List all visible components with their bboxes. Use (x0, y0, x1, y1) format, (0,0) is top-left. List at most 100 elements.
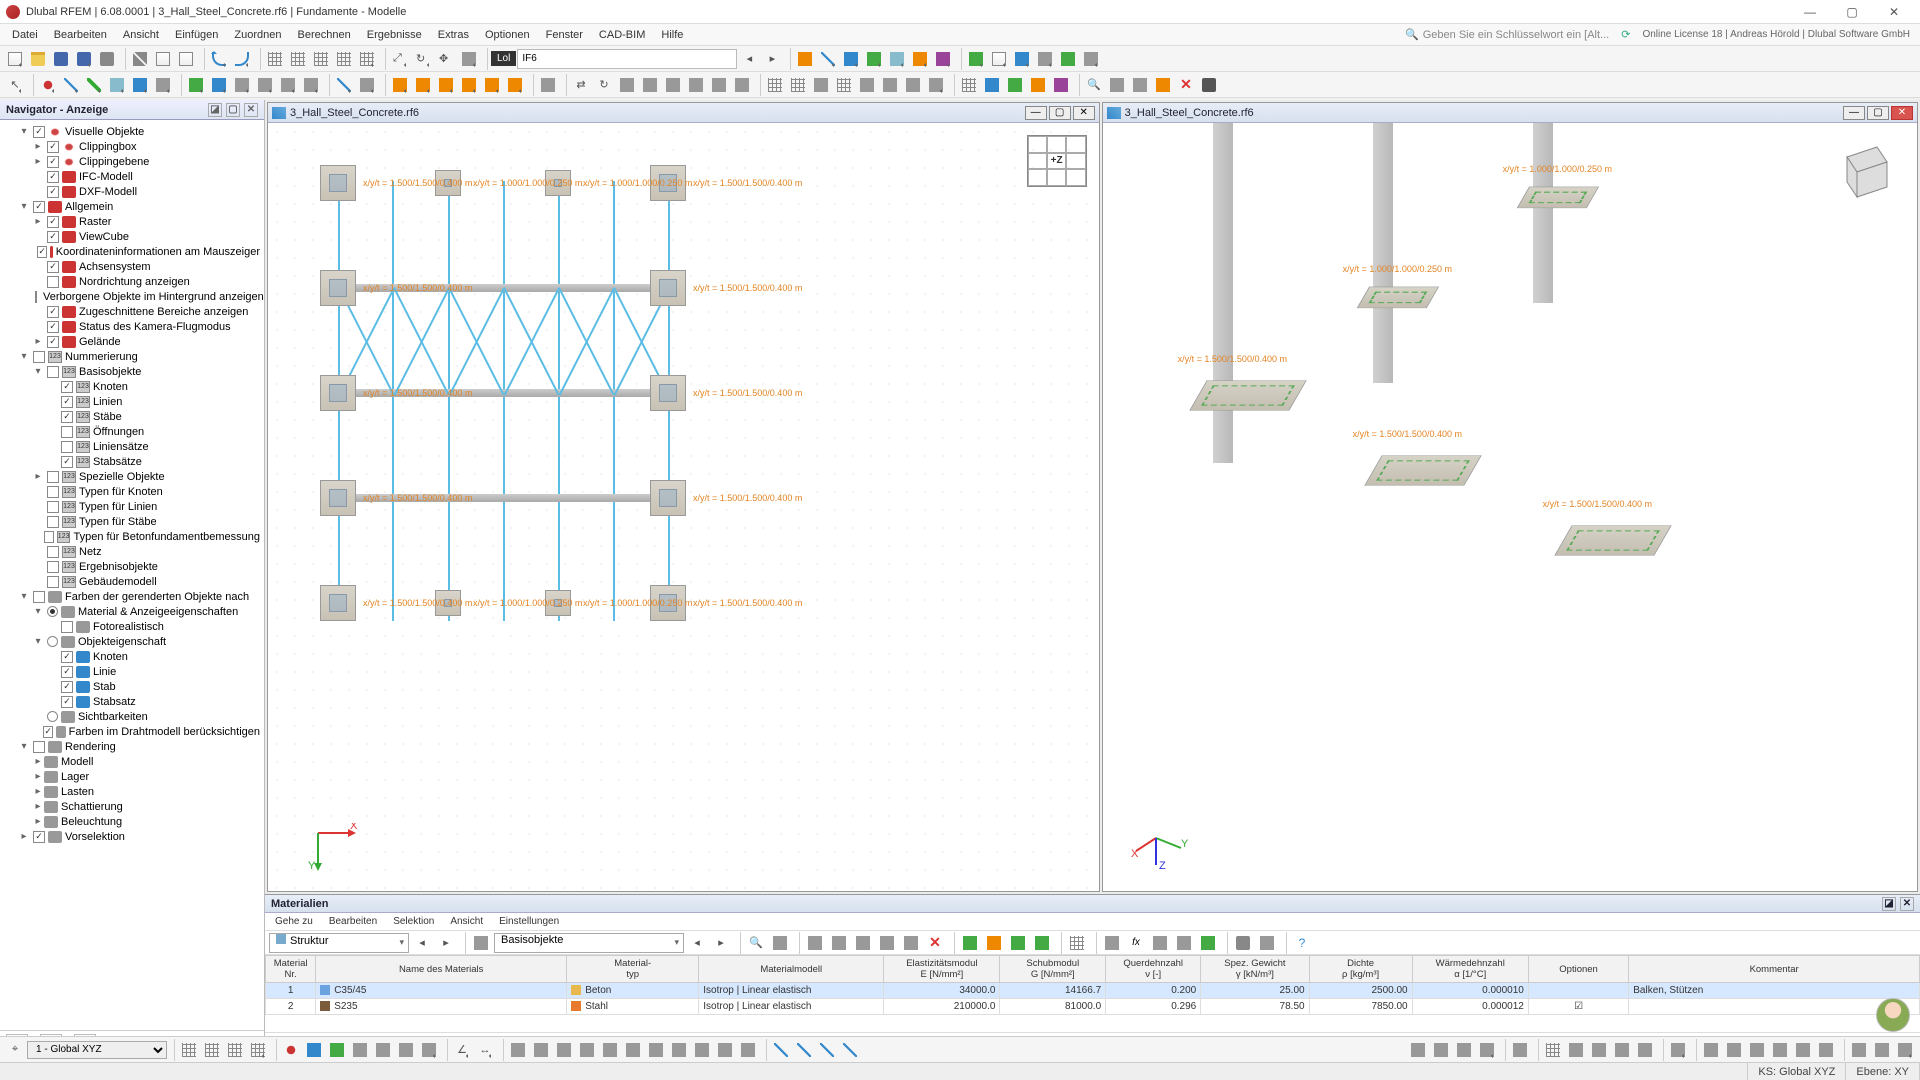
render-1[interactable] (1542, 1039, 1564, 1061)
mat-unit[interactable] (1101, 932, 1123, 954)
menu-fenster[interactable]: Fenster (538, 26, 591, 44)
hinge-button[interactable] (208, 74, 230, 96)
undo-button[interactable] (208, 48, 230, 70)
saveas-button[interactable] (73, 48, 95, 70)
tree-item[interactable]: ▸Raster (0, 214, 264, 229)
tree-item[interactable]: ▸Schattierung (0, 799, 264, 814)
osnap-8[interactable] (668, 1039, 690, 1061)
mat-delete[interactable]: ✕ (924, 932, 946, 954)
load-imposed-button[interactable] (504, 74, 526, 96)
mat-export[interactable] (983, 932, 1005, 954)
model-check-button[interactable] (1057, 48, 1079, 70)
load-node-button[interactable] (389, 74, 411, 96)
tree-item[interactable]: ViewCube (0, 229, 264, 244)
view-more-button[interactable] (356, 48, 378, 70)
menu-ansicht[interactable]: Ansicht (115, 26, 167, 44)
script-button[interactable] (1034, 48, 1056, 70)
snap-obj-button[interactable] (981, 74, 1003, 96)
user-avatar[interactable] (1876, 998, 1910, 1032)
mat-close[interactable]: ✕ (1900, 897, 1914, 911)
mat-pin[interactable]: ◪ (1882, 897, 1896, 911)
tree-item[interactable]: 123Stäbe (0, 409, 264, 424)
navigator-close[interactable]: ✕ (244, 103, 258, 117)
mat-fx[interactable]: fx (1125, 932, 1147, 954)
tree-item[interactable]: Farben im Drahtmodell berücksichtigen (0, 724, 264, 739)
tree-item[interactable]: Stab (0, 679, 264, 694)
report-button[interactable] (988, 48, 1010, 70)
osnap-5[interactable] (599, 1039, 621, 1061)
tree-item[interactable]: DXF-Modell (0, 184, 264, 199)
screenshot-button[interactable] (1198, 74, 1220, 96)
vis-2[interactable] (1723, 1039, 1745, 1061)
navigator-max[interactable]: ▢ (226, 103, 240, 117)
vp-close[interactable]: ✕ (1891, 106, 1913, 120)
snap-grid-button[interactable] (958, 74, 980, 96)
snap-more[interactable] (418, 1039, 440, 1061)
tree-item[interactable]: ▸Beleuchtung (0, 814, 264, 829)
tree-item[interactable]: ▾Visuelle Objekte (0, 124, 264, 139)
info-button[interactable] (1129, 74, 1151, 96)
menu-optionen[interactable]: Optionen (477, 26, 538, 44)
tree-item[interactable]: Status des Kamera-Flugmodus (0, 319, 264, 334)
mat-new[interactable] (804, 932, 826, 954)
paste-button[interactable] (175, 48, 197, 70)
line-type-4[interactable] (839, 1039, 861, 1061)
load-surface-button[interactable] (458, 74, 480, 96)
mat-settings[interactable] (1256, 932, 1278, 954)
tree-item[interactable]: ▸Vorselektion (0, 829, 264, 844)
guide-angle[interactable]: ∠ (451, 1039, 473, 1061)
tree-item[interactable]: 123Ergebnisobjekte (0, 559, 264, 574)
deform-button[interactable] (817, 48, 839, 70)
osnap-2[interactable] (530, 1039, 552, 1061)
section-button[interactable] (300, 74, 322, 96)
release-button[interactable] (231, 74, 253, 96)
eccentricity-button[interactable] (254, 74, 276, 96)
rotate-button[interactable]: ↻ (412, 48, 434, 70)
snap-int-button[interactable] (1050, 74, 1072, 96)
workplane-custom[interactable] (247, 1039, 269, 1061)
mat-next-cat[interactable]: ▸ (435, 932, 457, 954)
tree-item[interactable]: ▸Modell (0, 754, 264, 769)
mirror-button[interactable] (616, 74, 638, 96)
render-5[interactable] (1634, 1039, 1656, 1061)
mat-check[interactable] (1031, 932, 1053, 954)
disp-4[interactable] (1476, 1039, 1498, 1061)
rotate2-button[interactable]: ↻ (593, 74, 615, 96)
close-button[interactable]: ✕ (1874, 1, 1914, 23)
tree-item[interactable]: ▸Gelände (0, 334, 264, 349)
view-xz-button[interactable] (310, 48, 332, 70)
osnap-4[interactable] (576, 1039, 598, 1061)
snap-2[interactable] (303, 1039, 325, 1061)
stress-button[interactable] (909, 48, 931, 70)
mat-menu-view[interactable]: Ansicht (444, 914, 489, 929)
osnap-11[interactable] (737, 1039, 759, 1061)
scale-button[interactable] (639, 74, 661, 96)
tree-item[interactable]: ▸123Spezielle Objekte (0, 469, 264, 484)
align-button[interactable] (856, 74, 878, 96)
snap-3[interactable] (326, 1039, 348, 1061)
mesh-button[interactable] (764, 74, 786, 96)
tree-item[interactable]: 123Stabsätze (0, 454, 264, 469)
guide-dist[interactable]: ↔ (474, 1039, 496, 1061)
viewcube[interactable]: +Z (1027, 135, 1087, 187)
disp-1[interactable] (1407, 1039, 1429, 1061)
osnap-6[interactable] (622, 1039, 644, 1061)
design-button[interactable] (932, 48, 954, 70)
minimize-button[interactable]: — (1790, 1, 1830, 23)
vp-max[interactable]: ▢ (1867, 106, 1889, 120)
support-button[interactable] (185, 74, 207, 96)
vis-4[interactable] (1769, 1039, 1791, 1061)
osnap-10[interactable] (714, 1039, 736, 1061)
tree-item[interactable]: 123Liniensätze (0, 439, 264, 454)
mat-unshift[interactable] (900, 932, 922, 954)
load-member-button[interactable] (435, 74, 457, 96)
win-2[interactable] (1871, 1039, 1893, 1061)
load-solid-button[interactable] (481, 74, 503, 96)
mat-category-select[interactable]: Struktur (269, 933, 409, 953)
zoom-button[interactable]: ⤢ (389, 48, 411, 70)
render-4[interactable] (1611, 1039, 1633, 1061)
warning-button[interactable] (1152, 74, 1174, 96)
story-button[interactable] (810, 74, 832, 96)
filter-button[interactable] (537, 74, 559, 96)
mat-lib[interactable] (1173, 932, 1195, 954)
